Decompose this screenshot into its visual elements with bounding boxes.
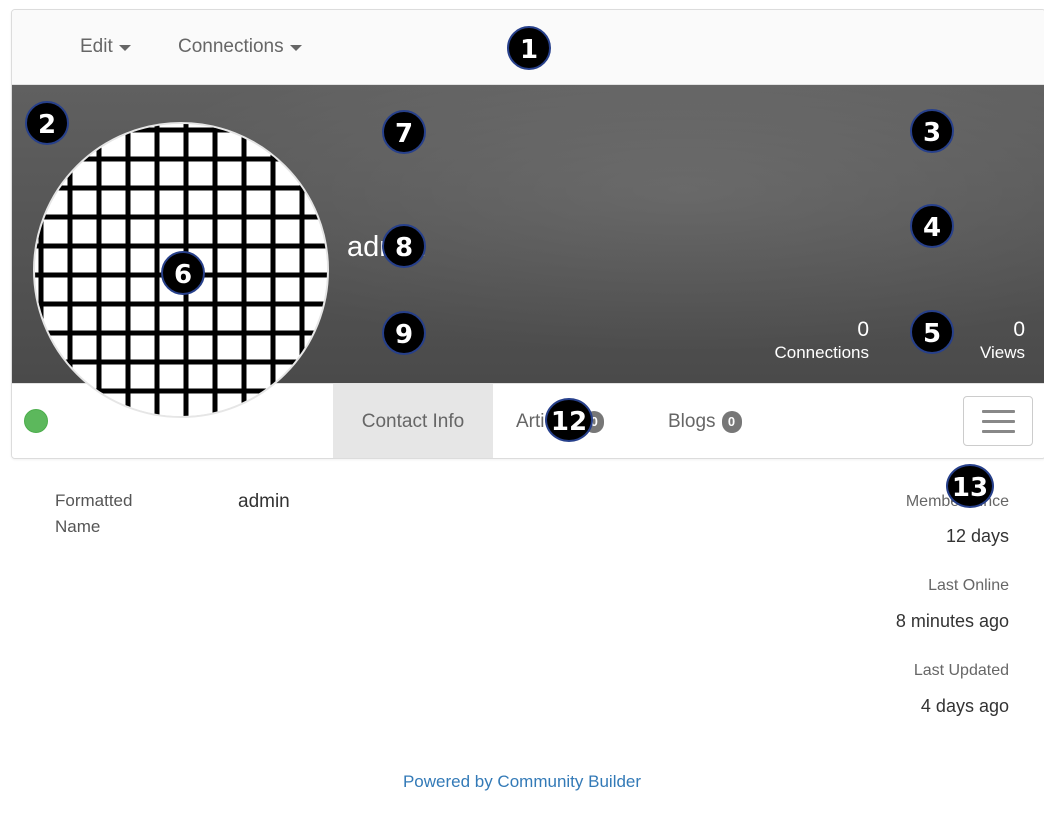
tab-contact-info[interactable]: Contact Info [333,384,493,458]
marker-5: 5 [910,310,954,354]
powered-by-link[interactable]: Powered by Community Builder [0,772,1044,792]
last-online-label: Last Online [928,577,1009,594]
connections-count: 0 [857,318,869,341]
marker-8: 8 [382,224,426,268]
edit-menu[interactable]: Edit [80,36,131,58]
tab-blogs[interactable]: Blogs 0 [668,384,742,458]
marker-3: 3 [910,109,954,153]
tabs-menu-button[interactable] [963,396,1033,446]
caret-down-icon [118,45,131,51]
connections-menu[interactable]: Connections [178,36,302,58]
marker-1: 1 [507,26,551,70]
hamburger-icon-bar [982,420,1015,423]
caret-down-icon [289,45,302,51]
views-stat-label: Views [979,343,1025,362]
hamburger-icon-bar [982,430,1015,433]
marker-13: 13 [946,464,994,508]
blogs-count-badge: 0 [721,410,742,433]
views-count: 0 [1013,318,1025,341]
last-updated-label: Last Updated [913,662,1009,679]
hamburger-icon [982,410,1015,413]
last-updated-value: 4 days ago [920,696,1009,716]
marker-9: 9 [382,311,426,355]
marker-6: 6 [161,251,205,295]
marker-4: 4 [910,204,954,248]
connections-menu-label: Connections [178,36,284,57]
member-since-value: 12 days [945,526,1009,546]
tab-contact-info-label: Contact Info [361,411,465,432]
formatted-name-value: admin [238,491,290,512]
connections-stat-label: Connections [774,343,869,362]
marker-2: 2 [25,101,69,145]
marker-7: 7 [382,110,426,154]
edit-menu-label: Edit [80,36,113,57]
last-online-value: 8 minutes ago [895,611,1009,631]
tab-blogs-label: Blogs [668,411,716,432]
connections-stat[interactable]: 0 Connections [774,318,869,364]
views-stat: 0 Views [980,318,1025,364]
formatted-name-label: Formatted Name [55,491,133,536]
marker-12: 12 [545,398,593,442]
